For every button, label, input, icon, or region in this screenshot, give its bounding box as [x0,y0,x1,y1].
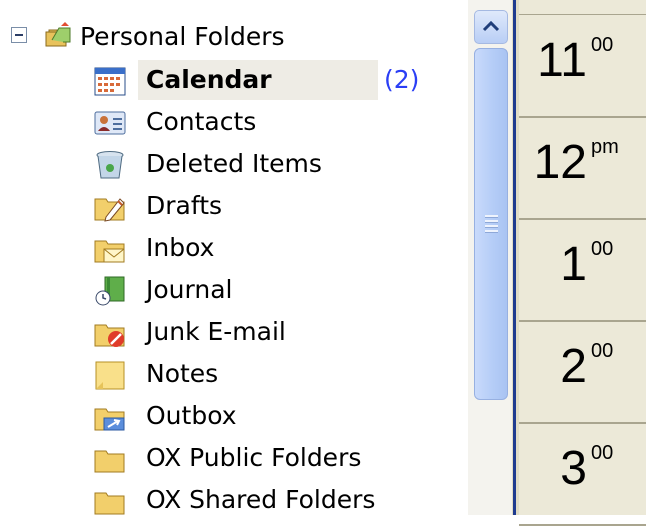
outbox-icon [94,408,125,431]
time-slot[interactable]: 3 00 [519,423,646,526]
folder-icon [94,450,125,473]
inbox-icon [94,240,125,263]
time-slot-header [519,0,646,15]
pane-divider [512,0,519,515]
collapse-toggle-icon[interactable] [11,27,27,43]
folder-item-label: Outbox [146,401,237,430]
personal-folders-label[interactable]: Personal Folders [80,21,285,53]
notes-icon [95,361,125,390]
time-slot[interactable]: 2 00 [519,321,646,424]
journal-icon [95,276,125,306]
folder-item-label: Contacts [146,107,257,136]
chevron-up-icon [482,20,500,32]
hour-suffix: 00 [591,238,614,260]
hour-label: 3 [560,442,587,495]
unread-count-badge: (2) [384,65,420,94]
folder-item-label: Inbox [146,233,215,262]
thumb-grip [485,220,498,223]
calendar-scrollbar[interactable] [468,0,512,515]
scroll-thumb[interactable] [474,48,508,400]
time-slot[interactable]: 1 00 [519,219,646,322]
folder-item-label: OX Shared Folders [146,485,376,514]
time-slot[interactable]: 11 00 [519,15,646,118]
trash-icon [96,151,124,179]
hour-label: 11 [537,34,587,87]
calendar-time-column: 11 00 12 pm 1 00 2 00 3 00 [519,0,646,526]
hour-label: 1 [560,238,587,291]
hour-suffix: 00 [591,34,614,56]
folder-item-label: Journal [146,275,233,304]
hour-suffix: 00 [591,442,614,464]
folder-item-label: Calendar [146,65,272,94]
folder-item-label: Notes [146,359,219,388]
time-slot[interactable]: 12 pm [519,117,646,220]
thumb-grip [485,215,498,218]
folder-item-label: OX Public Folders [146,443,362,472]
folder-tree: Personal Folders Calendar (2) Contacts D… [0,0,468,515]
thumb-grip [485,225,498,228]
junk-email-icon [94,324,125,347]
hour-suffix: pm [591,136,619,158]
personal-folders-icon [45,22,71,47]
hour-label: 2 [560,340,587,393]
hour-label: 12 [533,136,587,189]
hour-suffix: 00 [591,340,614,362]
scroll-up-button[interactable] [474,10,508,44]
folder-item-label: Deleted Items [146,149,322,178]
contacts-icon [94,111,126,135]
folder-item-label: Drafts [146,191,223,220]
folder-item-label: Junk E-mail [146,317,286,346]
folder-icon [94,492,125,515]
calendar-icon [94,67,126,96]
drafts-icon [94,198,125,222]
thumb-grip [485,230,498,233]
